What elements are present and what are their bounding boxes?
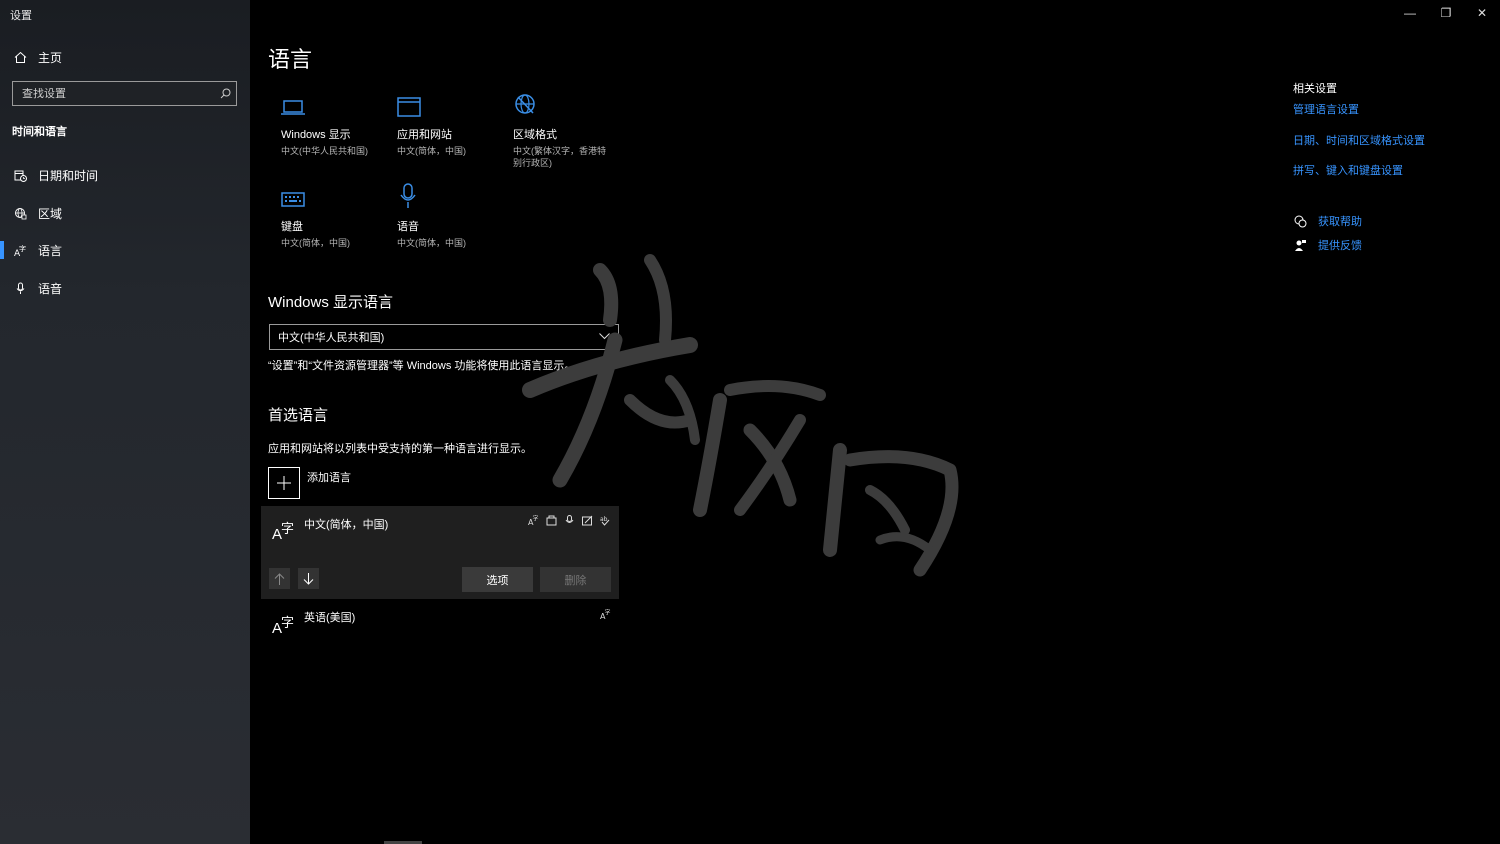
link-date-time-region[interactable]: 日期、时间和区域格式设置 [1293, 132, 1425, 148]
minimize-icon: — [1404, 6, 1416, 20]
get-help-label: 获取帮助 [1318, 216, 1362, 228]
close-icon: ✕ [1476, 6, 1488, 20]
sidebar-item-region[interactable]: 区域 [0, 195, 250, 231]
plus-icon [268, 467, 300, 499]
tile-name: 键盘 [281, 221, 303, 233]
sidebar: 设置 主页 时间和语言 日期和时间 区域 A字 语言 [0, 0, 250, 844]
sidebar-item-language[interactable]: A字 语言 [0, 232, 250, 268]
sidebar-item-label: 区域 [38, 206, 63, 221]
language-name: 英语(美国) [304, 612, 356, 624]
language-glyph-icon: A字 [272, 521, 295, 543]
arrow-down-icon [303, 572, 314, 585]
home-icon [13, 50, 27, 64]
move-up-button[interactable] [269, 568, 290, 589]
maximize-icon: ❐ [1440, 6, 1452, 20]
search-input[interactable] [13, 87, 214, 100]
tile-value: 中文(繁体汉字，香港特别行政区) [513, 146, 606, 168]
display-language-value: 中文(中华人民共和国) [278, 332, 385, 344]
language-item[interactable]: A字 英语(美国) A字 [261, 600, 619, 640]
region-globe-icon [513, 89, 613, 117]
language-item-selected[interactable]: A字 中文(简体，中国) A字 ab 选项 删除 [261, 506, 619, 599]
display-language-icon: A字 [599, 608, 611, 620]
give-feedback-link[interactable]: 提供反馈 [1293, 237, 1362, 253]
sidebar-item-label: 语音 [38, 281, 63, 296]
microphone-icon [13, 281, 27, 295]
svg-text:字: 字 [604, 609, 610, 617]
sidebar-item-date-time[interactable]: 日期和时间 [0, 157, 250, 193]
svg-text:字: 字 [19, 244, 26, 253]
tile-value: 中文(中华人民共和国) [281, 146, 368, 156]
tile-name: 应用和网站 [397, 129, 452, 141]
svg-text:字: 字 [532, 515, 538, 523]
help-chat-icon [1293, 214, 1307, 228]
speech-recognition-icon [563, 514, 575, 526]
page-title: 语言 [268, 47, 313, 72]
remove-button[interactable]: 删除 [540, 567, 611, 592]
laptop-icon [281, 89, 391, 117]
tile-value: 中文(简体，中国) [397, 238, 466, 248]
tile-name: Windows 显示 [281, 129, 351, 141]
sidebar-home-label: 主页 [38, 50, 63, 65]
tile-name: 区域格式 [513, 129, 557, 141]
active-indicator [0, 241, 4, 259]
language-glyph-icon: A字 [272, 615, 295, 637]
svg-text:ab: ab [600, 516, 608, 523]
minimize-button[interactable]: — [1392, 0, 1428, 26]
sidebar-item-label: 日期和时间 [38, 168, 99, 183]
display-language-icon: A字 [527, 514, 539, 526]
spelling-icon: ab [599, 514, 611, 526]
tile-keyboard[interactable]: 键盘 中文(简体，中国) [281, 181, 391, 249]
preferred-languages-heading: 首选语言 [268, 407, 329, 424]
language-features: A字 ab [527, 514, 611, 526]
feedback-person-icon [1293, 238, 1307, 252]
tile-value: 中文(简体，中国) [281, 238, 350, 248]
calendar-clock-icon [13, 168, 27, 182]
handwriting-icon [581, 514, 593, 526]
add-language-label: 添加语言 [307, 472, 351, 484]
search-box[interactable] [12, 81, 237, 106]
browser-window-icon [397, 89, 507, 117]
get-help-link[interactable]: 获取帮助 [1293, 213, 1362, 229]
language-name: 中文(简体，中国) [304, 519, 389, 531]
maximize-button[interactable]: ❐ [1428, 0, 1464, 26]
tile-apps-websites[interactable]: 应用和网站 中文(简体，中国) [397, 89, 507, 157]
display-language-description: “设置”和“文件资源管理器”等 Windows 功能将使用此语言显示。 [268, 360, 576, 372]
options-button[interactable]: 选项 [462, 567, 533, 592]
tile-value: 中文(简体，中国) [397, 146, 466, 156]
preferred-languages-description: 应用和网站将以列表中受支持的第一种语言进行显示。 [268, 443, 532, 455]
add-language-button[interactable]: 添加语言 [268, 467, 351, 499]
chevron-down-icon [599, 331, 610, 343]
keyboard-icon [281, 181, 391, 209]
language-features: A字 [599, 608, 611, 620]
display-language-select[interactable]: 中文(中华人民共和国) [269, 324, 619, 350]
link-spelling-typing-keyboard[interactable]: 拼写、键入和键盘设置 [1293, 162, 1403, 178]
sidebar-section-title: 时间和语言 [12, 126, 67, 138]
sidebar-item-speech[interactable]: 语音 [0, 270, 250, 306]
related-settings-title: 相关设置 [1293, 83, 1337, 95]
close-button[interactable]: ✕ [1464, 0, 1500, 26]
search-icon[interactable] [214, 88, 236, 99]
tile-regional-format[interactable]: 区域格式 中文(繁体汉字，香港特别行政区) [513, 89, 613, 169]
tile-windows-display[interactable]: Windows 显示 中文(中华人民共和国) [281, 89, 391, 157]
language-icon: A字 [13, 243, 27, 257]
tile-name: 语音 [397, 221, 419, 233]
give-feedback-label: 提供反馈 [1318, 240, 1362, 252]
sidebar-home[interactable]: 主页 [0, 39, 250, 75]
text-to-speech-icon [545, 514, 557, 526]
app-title: 设置 [10, 10, 32, 22]
sidebar-item-label: 语言 [38, 243, 63, 258]
display-language-heading: Windows 显示语言 [268, 294, 394, 311]
globe-region-icon [13, 206, 27, 220]
microphone-icon [397, 181, 507, 209]
link-manage-language[interactable]: 管理语言设置 [1293, 101, 1359, 117]
tile-speech[interactable]: 语音 中文(简体，中国) [397, 181, 507, 249]
move-down-button[interactable] [298, 568, 319, 589]
arrow-up-icon [274, 572, 285, 585]
